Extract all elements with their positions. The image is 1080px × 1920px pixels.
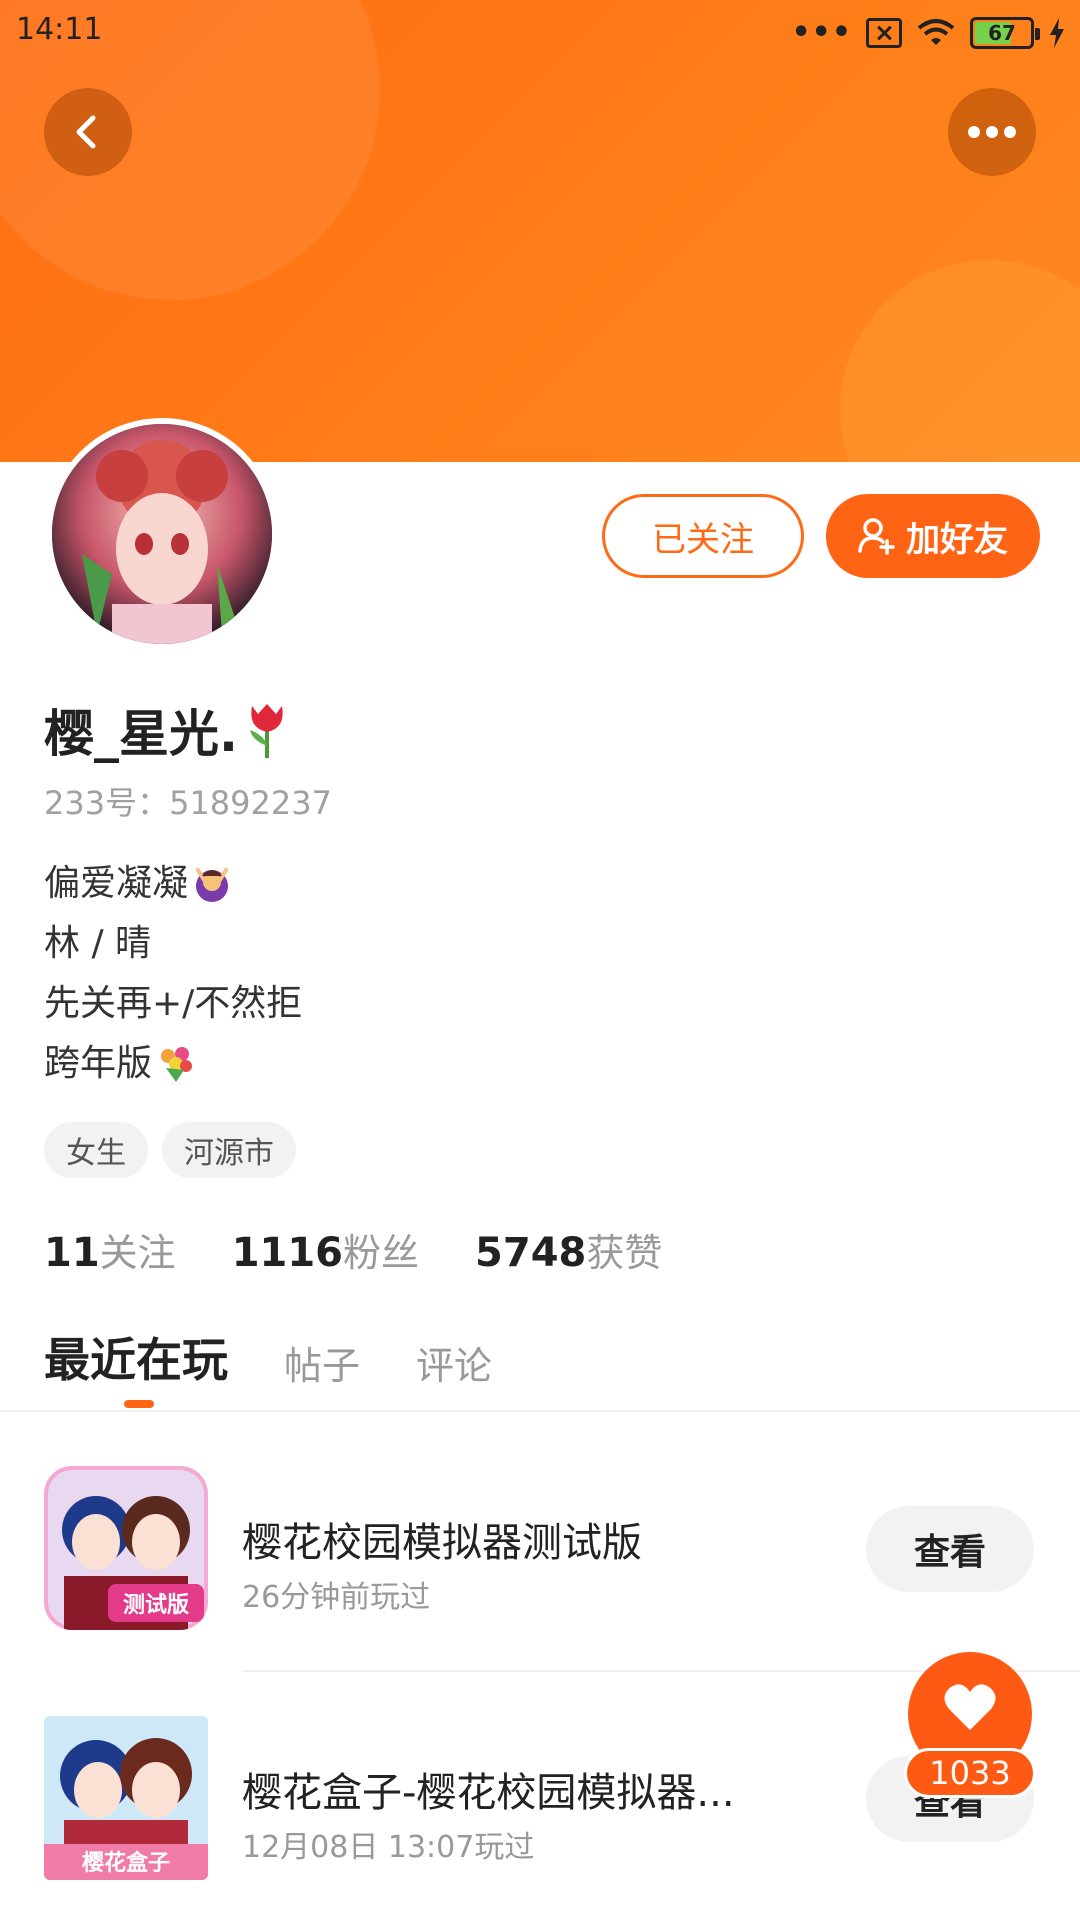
- bio-line: 偏爱凝凝: [44, 854, 302, 914]
- status-icons: ••• 67: [791, 14, 1066, 52]
- followers-stat[interactable]: 1116 粉丝: [232, 1222, 419, 1277]
- add-friend-button[interactable]: 加好友: [826, 494, 1040, 578]
- bouquet-icon: [161, 1047, 193, 1082]
- profile-name-row: 樱_星光.: [44, 694, 290, 766]
- profile-name: 樱_星光.: [44, 705, 238, 763]
- tab-recently-played[interactable]: 最近在玩: [44, 1324, 228, 1390]
- chevron-left-icon: [76, 115, 96, 149]
- bio-line: 林 / 晴: [44, 923, 152, 964]
- add-friend-label: 加好友: [906, 519, 1008, 560]
- tag-gender: 女生: [44, 1122, 148, 1178]
- person-gesture-icon: [196, 868, 229, 902]
- heart-icon: [944, 1684, 996, 1730]
- battery-icon: 67: [970, 17, 1040, 49]
- back-button[interactable]: [44, 88, 132, 176]
- game-last-played: 12月08日 13:07玩过: [242, 1830, 535, 1865]
- profile-tabs: 最近在玩 帖子 评论: [44, 1324, 492, 1390]
- game-badge: 测试版: [123, 1593, 189, 1618]
- bio-line: 跨年版: [44, 1034, 302, 1094]
- view-button[interactable]: 查看: [866, 1506, 1034, 1592]
- avatar-illustration: [52, 424, 272, 644]
- tab-comments[interactable]: 评论: [416, 1335, 492, 1390]
- game-icon: 测试版: [44, 1466, 208, 1630]
- wifi-icon: [917, 19, 955, 45]
- more-dots-icon: [968, 126, 1016, 138]
- like-count: 1033: [904, 1748, 1036, 1798]
- profile-banner: [0, 0, 1080, 462]
- profile-stats: 11 关注 1116 粉丝 5748 获赞: [44, 1222, 662, 1277]
- banner-decoration: [840, 260, 1080, 462]
- no-sim-icon: [866, 18, 902, 48]
- list-item[interactable]: 测试版 樱花校园模拟器测试版 26分钟前玩过 查看: [0, 1450, 1080, 1650]
- status-bar: 14:11 ••• 67: [0, 0, 1080, 66]
- game-last-played: 26分钟前玩过: [242, 1580, 431, 1615]
- profile-bio: 偏爱凝凝 林 / 晴 先关再+/不然拒 跨年版: [44, 854, 302, 1094]
- game-title: 樱花校园模拟器测试版: [242, 1520, 642, 1566]
- more-notifications-icon: •••: [791, 15, 852, 50]
- bio-line: 先关再+/不然拒: [44, 983, 303, 1024]
- tulip-icon: [250, 704, 283, 758]
- game-icon: 樱花盒子: [44, 1716, 208, 1880]
- charging-icon: [1050, 18, 1064, 48]
- status-time: 14:11: [16, 12, 103, 47]
- divider: [0, 1410, 1080, 1412]
- tab-indicator: [124, 1400, 154, 1408]
- likes-stat: 5748 获赞: [475, 1230, 663, 1276]
- more-button[interactable]: [948, 88, 1036, 176]
- tag-location: 河源市: [162, 1122, 296, 1178]
- following-stat[interactable]: 11 关注: [44, 1222, 176, 1277]
- tab-posts[interactable]: 帖子: [284, 1335, 360, 1390]
- avatar[interactable]: [46, 418, 278, 650]
- game-badge: 樱花盒子: [82, 1850, 170, 1876]
- add-user-icon: [858, 518, 895, 555]
- game-title: 樱花盒子-樱花校园模拟器...: [242, 1770, 735, 1816]
- battery-level: 67: [988, 21, 1016, 45]
- user-id: 233号：51892237: [44, 784, 332, 822]
- followed-button[interactable]: 已关注: [602, 494, 804, 578]
- profile-tags: 女生 河源市: [44, 1122, 296, 1178]
